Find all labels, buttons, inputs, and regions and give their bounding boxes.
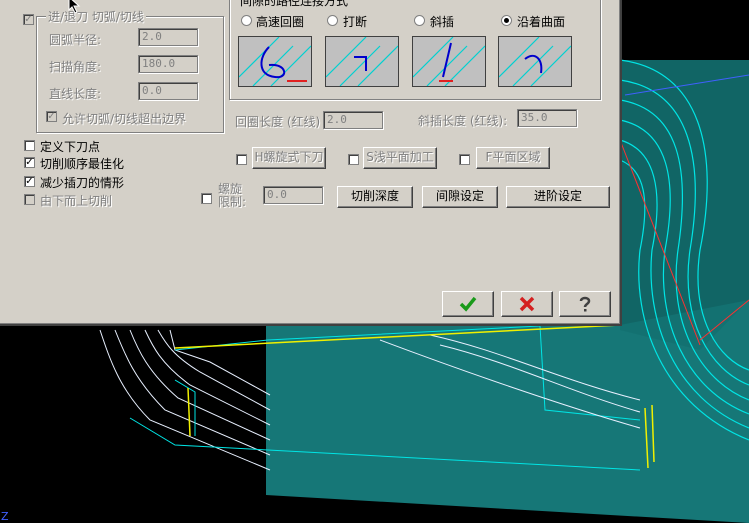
- optimize-order-label: 切削顺序最佳化: [40, 157, 125, 171]
- flat-region-button[interactable]: F平面区域: [476, 147, 550, 169]
- radio-ramp-label: 斜插: [430, 15, 455, 29]
- entry-exit-title: 进/退刀 切弧/切线: [46, 8, 146, 25]
- cancel-button[interactable]: [501, 291, 553, 317]
- shallow-flat-button[interactable]: S浅平面加工: [363, 147, 437, 169]
- radio-follow-surface[interactable]: [501, 15, 512, 26]
- sweep-angle-label: 扫描角度:: [49, 60, 102, 74]
- ok-button[interactable]: [442, 291, 494, 317]
- preview-follow-surface[interactable]: [498, 36, 572, 87]
- surface-preview-icon: [498, 36, 572, 87]
- allow-exceed-checkbox[interactable]: ✓: [46, 111, 57, 122]
- help-button[interactable]: [559, 291, 611, 317]
- shallow-flat-checkbox[interactable]: [348, 154, 359, 165]
- x-icon: [519, 296, 535, 312]
- mouse-cursor-icon: [68, 0, 81, 14]
- bottom-up-label: 由下而上切削: [40, 194, 113, 208]
- define-entry-point-label: 定义下刀点: [40, 140, 101, 154]
- preview-high-speed-loop[interactable]: [238, 36, 312, 87]
- loop-preview-icon: [238, 36, 312, 87]
- reduce-plunge-checkbox[interactable]: ✓: [24, 176, 35, 187]
- radio-follow-surface-label: 沿着曲面: [517, 15, 566, 29]
- sweep-angle-input[interactable]: 180.0: [138, 55, 198, 73]
- advanced-settings-button[interactable]: 进阶设定: [506, 186, 610, 208]
- preview-ramp[interactable]: [412, 36, 486, 87]
- loop-length-input[interactable]: 2.0: [323, 111, 383, 129]
- z-axis-label: Z: [1, 510, 9, 523]
- define-entry-point-checkbox[interactable]: [24, 140, 35, 151]
- helix-limit-checkbox[interactable]: [201, 193, 212, 204]
- radio-high-speed-loop[interactable]: [241, 15, 252, 26]
- ramp-length-label: 斜插长度 (红线):: [418, 114, 508, 128]
- arc-radius-label: 圆弧半径:: [49, 33, 102, 47]
- radio-ramp[interactable]: [414, 15, 425, 26]
- line-length-label: 直线长度:: [49, 87, 102, 101]
- helix-plunge-checkbox[interactable]: [236, 154, 247, 165]
- preview-break[interactable]: [325, 36, 399, 87]
- check-icon: [459, 296, 477, 312]
- bottom-up-checkbox[interactable]: [24, 194, 35, 205]
- reduce-plunge-label: 减少插刀的情形: [40, 176, 125, 190]
- helix-limit-input[interactable]: 0.0: [263, 186, 323, 204]
- allow-exceed-label: 允许切弧/切线超出边界: [62, 112, 187, 126]
- radio-high-speed-loop-label: 高速回圈: [256, 15, 305, 29]
- flat-region-checkbox[interactable]: [459, 154, 470, 165]
- loop-length-label: 回圈长度 (红线): [235, 115, 321, 129]
- entry-exit-checkbox[interactable]: ✓: [23, 14, 34, 25]
- helix-limit-label: 螺旋 限制:: [218, 182, 247, 209]
- cut-depth-button[interactable]: 切削深度: [337, 186, 413, 208]
- ramp-preview-icon: [412, 36, 486, 87]
- optimize-order-checkbox[interactable]: ✓: [24, 157, 35, 168]
- gap-settings-button[interactable]: 间隙设定: [422, 186, 498, 208]
- radio-break[interactable]: [327, 15, 338, 26]
- line-length-input[interactable]: 0.0: [138, 82, 198, 100]
- parameters-dialog: ✓ 进/退刀 切弧/切线 圆弧半径: 2.0 扫描角度: 180.0 直线长度:…: [0, 0, 622, 326]
- radio-break-label: 打断: [343, 15, 368, 29]
- link-group-title: 间隙的路径连接方式: [238, 0, 351, 9]
- ramp-length-input[interactable]: 35.0: [517, 109, 577, 127]
- break-preview-icon: [325, 36, 399, 87]
- question-icon: [579, 296, 591, 312]
- helix-plunge-button[interactable]: H螺旋式下刀: [252, 147, 326, 169]
- arc-radius-input[interactable]: 2.0: [138, 28, 198, 46]
